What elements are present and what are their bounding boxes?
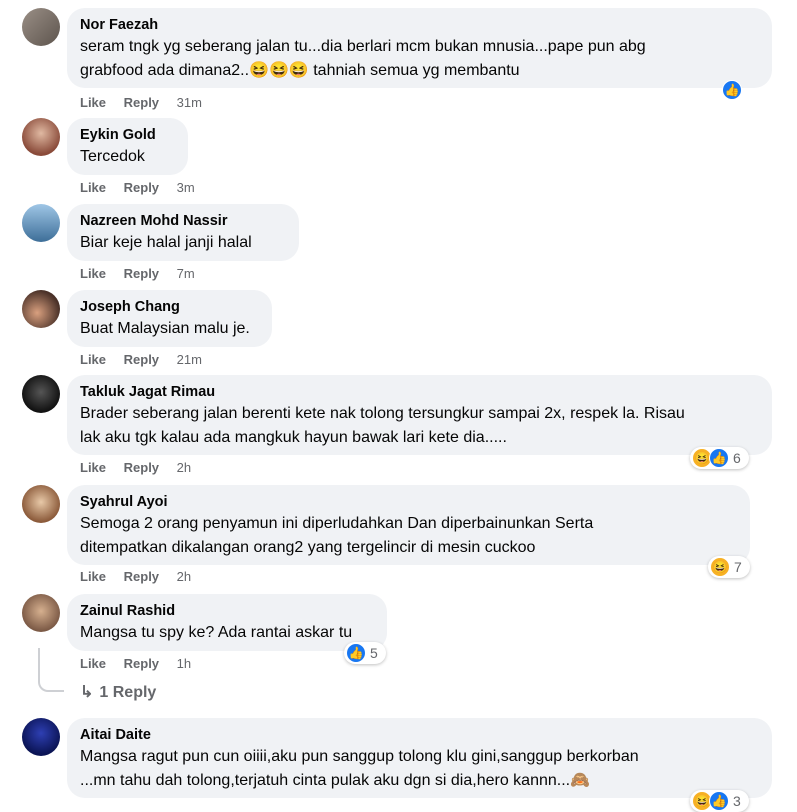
reply-button[interactable]: Reply [124,656,159,671]
avatar[interactable] [22,718,60,756]
author-name[interactable]: Nazreen Mohd Nassir [80,212,287,231]
author-name[interactable]: Takluk Jagat Rimau [80,383,760,402]
timestamp[interactable]: 7m [177,266,195,281]
view-replies-label: 1 Reply [99,684,157,701]
comment-bubble: Joseph Chang Buat Malaysian malu je. [67,290,272,347]
comment-actions: Like Reply 3m [80,180,209,195]
comment-text: Tercedok [80,148,145,165]
comment-text: ditempatkan dikalangan orang2 yang terge… [80,539,536,556]
comment-actions: Like Reply 1h [80,656,205,671]
comment-text: Biar keje halal janji halal [80,234,252,251]
comment-actions: Like Reply 31m [80,95,216,110]
timestamp[interactable]: 31m [177,95,202,110]
timestamp[interactable]: 2h [177,569,191,584]
avatar[interactable] [22,118,60,156]
haha-icon: 😆 [710,557,730,577]
author-name[interactable]: Eykin Gold [80,126,176,145]
comment-bubble: Syahrul Ayoi Semoga 2 orang penyamun ini… [67,485,750,565]
author-name[interactable]: Joseph Chang [80,298,260,317]
reaction-summary[interactable]: 😆 7 [708,556,750,578]
like-button[interactable]: Like [80,352,106,367]
reaction-count: 5 [370,645,378,661]
reply-arrow-icon: ↳ [80,684,94,701]
comment-text: Semoga 2 orang penyamun ini diperludahka… [80,515,594,532]
comment-bubble: Zainul Rashid Mangsa tu spy ke? Ada rant… [67,594,387,651]
timestamp[interactable]: 3m [177,180,195,195]
comment-bubble: Nazreen Mohd Nassir Biar keje halal janj… [67,204,299,261]
avatar[interactable] [22,204,60,242]
like-icon: 👍 [722,80,742,100]
like-icon: 👍 [709,791,729,811]
comment-text: grabfood ada dimana2..😆😆😆 tahniah semua … [80,62,520,79]
comment-actions: Like Reply 21m [80,352,216,367]
comment-actions: Like Reply 7m [80,266,209,281]
timestamp[interactable]: 1h [177,656,191,671]
author-name[interactable]: Syahrul Ayoi [80,493,738,512]
timestamp[interactable]: 21m [177,352,202,367]
thread-line [38,648,64,692]
avatar[interactable] [22,485,60,523]
reaction-summary[interactable]: 👍 5 [344,642,386,664]
like-button[interactable]: Like [80,180,106,195]
comment-text: Brader seberang jalan berenti kete nak t… [80,405,685,422]
comment-bubble: Eykin Gold Tercedok [67,118,188,175]
avatar[interactable] [22,594,60,632]
reply-button[interactable]: Reply [124,266,159,281]
comment-bubble: Takluk Jagat Rimau Brader seberang jalan… [67,375,772,455]
author-name[interactable]: Nor Faezah [80,16,760,35]
reaction-count: 6 [733,450,741,466]
reply-button[interactable]: Reply [124,460,159,475]
author-name[interactable]: Zainul Rashid [80,602,375,621]
like-button[interactable]: Like [80,266,106,281]
reaction-summary[interactable]: 👍 [722,79,742,101]
comment-bubble: Aitai Daite Mangsa ragut pun cun oiiii,a… [67,718,772,798]
avatar[interactable] [22,290,60,328]
comment-text: ...mn tahu dah tolong,terjatuh cinta pul… [80,772,591,789]
reaction-summary[interactable]: 😆 👍 3 [690,790,749,812]
like-icon: 👍 [346,643,366,663]
like-button[interactable]: Like [80,656,106,671]
comment-text: Mangsa ragut pun cun oiiii,aku pun sangg… [80,748,639,765]
like-button[interactable]: Like [80,95,106,110]
comment-actions: Like Reply 2h [80,569,205,584]
like-button[interactable]: Like [80,460,106,475]
comment-bubble: Nor Faezah seram tngk yg seberang jalan … [67,8,772,88]
view-replies-link[interactable]: ↳ 1 Reply [80,682,156,702]
timestamp[interactable]: 2h [177,460,191,475]
avatar[interactable] [22,8,60,46]
avatar[interactable] [22,375,60,413]
comment-text: Buat Malaysian malu je. [80,320,250,337]
comment-text: seram tngk yg seberang jalan tu...dia be… [80,38,646,55]
like-button[interactable]: Like [80,569,106,584]
reaction-count: 3 [733,793,741,809]
comment-text: Mangsa tu spy ke? Ada rantai askar tu [80,624,353,641]
reaction-count: 7 [734,559,742,575]
reaction-summary[interactable]: 😆 👍 6 [690,447,749,469]
reply-button[interactable]: Reply [124,180,159,195]
reply-button[interactable]: Reply [124,95,159,110]
like-icon: 👍 [709,448,729,468]
author-name[interactable]: Aitai Daite [80,726,760,745]
comment-actions: Like Reply 2h [80,460,205,475]
reply-button[interactable]: Reply [124,569,159,584]
reply-button[interactable]: Reply [124,352,159,367]
comment-text: lak aku tgk kalau ada mangkuk hayun bawa… [80,429,507,446]
